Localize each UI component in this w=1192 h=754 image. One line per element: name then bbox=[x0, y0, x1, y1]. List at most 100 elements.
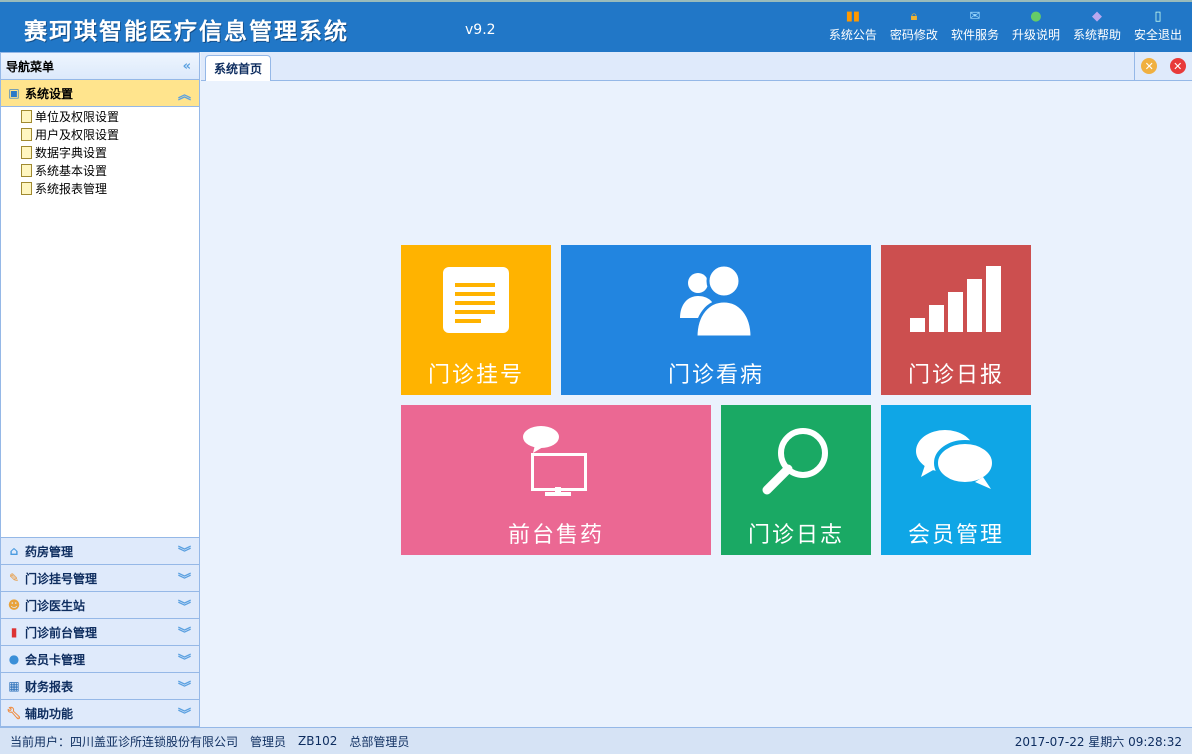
section-items: 单位及权限设置 用户及权限设置 数据字典设置 系统基本设置 系统报表管理 bbox=[1, 107, 199, 539]
tile-registration[interactable]: 门诊挂号 bbox=[401, 245, 551, 395]
tab-bar: 系统首页 ✕ ✕ bbox=[201, 52, 1192, 81]
chevron-down-icon: ︾ bbox=[177, 707, 191, 723]
house-icon: ⌂ bbox=[9, 544, 19, 558]
section-label: 系统设置 bbox=[25, 86, 74, 101]
nav-sidebar: 导航菜单 « ▣ 系统设置 ︽ 单位及权限设置 用户及权限设置 数据字典设置 系统基本… bbox=[0, 52, 200, 727]
tile-front-desk-sales[interactable]: 前台售药 bbox=[401, 405, 711, 555]
menu-item[interactable]: 单位及权限设置 bbox=[1, 107, 199, 125]
search-icon bbox=[762, 428, 828, 495]
wrench-icon: 🔧︎ bbox=[6, 706, 22, 720]
section-pharmacy[interactable]: ⌂ 药房管理 ︾ bbox=[1, 537, 199, 564]
section-label: 门诊前台管理 bbox=[25, 625, 98, 640]
status-bar: 当前用户：四川盖亚诊所连锁股份有限公司 管理员 ZB102 总部管理员 2017… bbox=[0, 727, 1192, 754]
chevron-down-icon: ︾ bbox=[177, 653, 191, 669]
change-password-button[interactable]: 🔒︎ 密码修改 bbox=[890, 8, 938, 43]
tile-member-management[interactable]: 会员管理 bbox=[881, 405, 1031, 555]
chat-bubbles-icon bbox=[916, 430, 996, 489]
menu-item-label: 数据字典设置 bbox=[35, 145, 108, 160]
document-icon bbox=[21, 145, 32, 159]
tile-label: 门诊挂号 bbox=[427, 363, 524, 388]
help-button[interactable]: ◆ 系统帮助 bbox=[1073, 8, 1121, 43]
menu-item[interactable]: 系统基本设置 bbox=[1, 161, 199, 179]
tool-label: 系统帮助 bbox=[1072, 28, 1121, 42]
chevron-down-icon: ︾ bbox=[177, 545, 191, 561]
menu-item-label: 系统报表管理 bbox=[35, 181, 108, 196]
tab-controls: ✕ ✕ bbox=[1134, 52, 1192, 80]
app-version: v9.2 bbox=[465, 22, 496, 38]
tool-label: 软件服务 bbox=[950, 28, 999, 42]
software-service-button[interactable]: ✉ 软件服务 bbox=[951, 8, 999, 43]
section-label: 财务报表 bbox=[25, 679, 74, 694]
menu-item-label: 用户及权限设置 bbox=[35, 127, 120, 142]
current-user: 当前用户：四川盖亚诊所连锁股份有限公司 bbox=[10, 734, 239, 749]
tile-label: 门诊日报 bbox=[907, 363, 1004, 388]
section-label: 会员卡管理 bbox=[25, 652, 86, 667]
chevron-down-icon: ︾ bbox=[177, 572, 191, 588]
section-label: 药房管理 bbox=[25, 544, 74, 559]
tool-label: 升级说明 bbox=[1011, 28, 1060, 42]
nav-header: 导航菜单 « bbox=[1, 53, 199, 80]
tile-consultation[interactable]: 门诊看病 bbox=[561, 245, 871, 395]
monitor-icon: ▣ bbox=[8, 86, 20, 100]
section-doctor-station[interactable]: ☻ 门诊医生站 ︾ bbox=[1, 591, 199, 618]
mail-icon: ✉ bbox=[969, 9, 981, 24]
menu-item[interactable]: 用户及权限设置 bbox=[1, 125, 199, 143]
tab-home[interactable]: 系统首页 bbox=[205, 55, 272, 81]
signal-bars-icon bbox=[910, 266, 1001, 332]
collapse-sidebar-icon[interactable]: « bbox=[183, 59, 191, 74]
tile-label: 会员管理 bbox=[907, 523, 1004, 548]
announcement-icon: ▮▮ bbox=[845, 9, 861, 24]
document-icon bbox=[21, 163, 32, 177]
chart-icon: ▮ bbox=[10, 625, 18, 639]
section-system-settings[interactable]: ▣ 系统设置 ︽ bbox=[1, 80, 199, 107]
users-icon bbox=[680, 263, 754, 338]
nav-title: 导航菜单 bbox=[6, 59, 55, 74]
user-role: 管理员 bbox=[250, 734, 287, 749]
document-icon bbox=[21, 109, 32, 123]
exit-door-icon: ▯ bbox=[1154, 9, 1162, 24]
user-icon: ● bbox=[8, 652, 20, 666]
chevron-down-icon: ︾ bbox=[177, 680, 191, 696]
section-label: 辅助功能 bbox=[25, 706, 74, 721]
user-department: 总部管理员 bbox=[349, 734, 410, 749]
document-icon bbox=[21, 181, 32, 195]
users-icon: ☻ bbox=[7, 598, 21, 612]
logout-button[interactable]: ▯ 安全退出 bbox=[1134, 8, 1182, 43]
app-title: 赛珂琪智能医疗信息管理系统 bbox=[24, 19, 349, 45]
chevron-down-icon: ︾ bbox=[177, 626, 191, 642]
collapsed-sections: ⌂ 药房管理 ︾ ✎ 门诊挂号管理 ︾ ☻ 门诊医生站 ︾ ▮ 门诊前台管理 ︾ ● 会员卡管理 ︾… bbox=[1, 537, 199, 726]
chevron-down-icon: ︾ bbox=[177, 599, 191, 615]
upgrade-notes-button[interactable]: ● 升级说明 bbox=[1012, 8, 1060, 43]
datetime: 2017-07-22 星期六 09:28:32 bbox=[1014, 734, 1182, 749]
close-other-tabs-icon[interactable]: ✕ bbox=[1141, 58, 1158, 74]
tile-label: 门诊日志 bbox=[747, 523, 844, 548]
section-label: 门诊医生站 bbox=[25, 598, 86, 613]
lock-icon: 🔒︎ bbox=[910, 9, 918, 24]
document-icon bbox=[21, 127, 32, 141]
book-icon: ◆ bbox=[1091, 9, 1102, 24]
tile-label: 前台售药 bbox=[507, 523, 604, 548]
table-icon: ▦ bbox=[8, 679, 20, 693]
section-utilities[interactable]: 🔧︎ 辅助功能 ︾ bbox=[1, 699, 199, 726]
tile-daily-report[interactable]: 门诊日报 bbox=[881, 245, 1031, 395]
globe-icon: ● bbox=[1030, 9, 1042, 24]
user-code: ZB102 bbox=[298, 734, 338, 748]
menu-item-label: 单位及权限设置 bbox=[35, 109, 120, 124]
close-all-tabs-icon[interactable]: ✕ bbox=[1169, 58, 1186, 74]
section-label: 门诊挂号管理 bbox=[25, 571, 98, 586]
header-toolbar: ▮▮ 系统公告 🔒︎ 密码修改 ✉ 软件服务 ● 升级说明 ◆ 系统帮助 ▯ 安全退出 bbox=[829, 8, 1182, 43]
chevron-up-icon: ︽ bbox=[177, 87, 191, 103]
menu-item-label: 系统基本设置 bbox=[35, 163, 108, 178]
monitor-chat-icon bbox=[523, 426, 587, 496]
section-member-card[interactable]: ● 会员卡管理 ︾ bbox=[1, 645, 199, 672]
announcement-button[interactable]: ▮▮ 系统公告 bbox=[829, 8, 877, 43]
document-icon bbox=[443, 267, 509, 333]
app-header: 赛珂琪智能医疗信息管理系统 v9.2 ▮▮ 系统公告 🔒︎ 密码修改 ✉ 软件服务 ●… bbox=[0, 0, 1192, 52]
tile-clinic-log[interactable]: 门诊日志 bbox=[721, 405, 871, 555]
section-front-desk[interactable]: ▮ 门诊前台管理 ︾ bbox=[1, 618, 199, 645]
menu-item[interactable]: 数据字典设置 bbox=[1, 143, 199, 161]
section-finance-reports[interactable]: ▦ 财务报表 ︾ bbox=[1, 672, 199, 699]
menu-item[interactable]: 系统报表管理 bbox=[1, 179, 199, 197]
section-registration[interactable]: ✎ 门诊挂号管理 ︾ bbox=[1, 564, 199, 591]
tool-label: 密码修改 bbox=[889, 28, 938, 42]
